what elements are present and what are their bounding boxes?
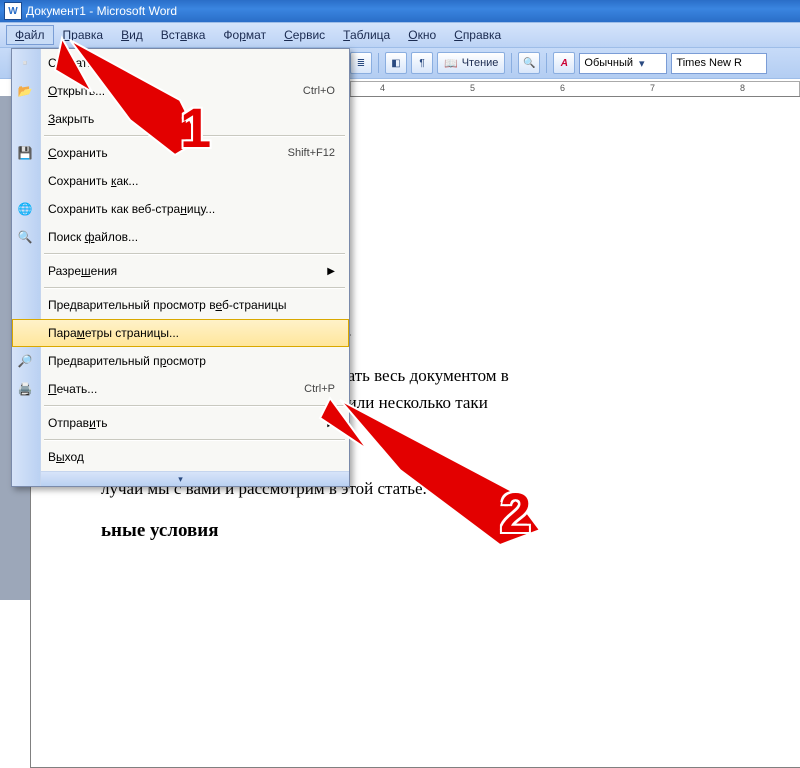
titlebar: W Документ1 - Microsoft Word xyxy=(0,0,800,22)
style-combo[interactable]: Обычный ▾ xyxy=(579,53,667,74)
menu-separator xyxy=(44,287,345,289)
menu-сервис[interactable]: Сервис xyxy=(275,25,334,45)
menu-справка[interactable]: Справка xyxy=(445,25,510,45)
menu-окно[interactable]: Окно xyxy=(399,25,445,45)
menu-item[interactable]: Выход xyxy=(12,443,349,471)
menu-item-label: Сохранить как... xyxy=(48,174,138,188)
columns-icon[interactable]: ≣ xyxy=(350,52,372,74)
read-mode-button[interactable]: 📖 Чтение xyxy=(437,52,505,74)
menu-item-label: Сохранить как веб-страницу... xyxy=(48,202,215,216)
menu-item-label: Сохранить xyxy=(48,146,108,160)
menu-item[interactable]: Закрыть xyxy=(12,105,349,133)
menu-item-label: Разрешения xyxy=(48,264,117,278)
menu-item[interactable]: Отправить ▶ xyxy=(12,409,349,437)
menu-формат[interactable]: Формат xyxy=(214,25,275,45)
menu-таблица[interactable]: Таблица xyxy=(334,25,399,45)
file-menu-dropdown: ▫️ Создать... 📂 Открыть... Ctrl+O Закрыть 💾 Сох… xyxy=(11,48,350,487)
saveweb-icon: 🌐 xyxy=(16,200,34,218)
menubar: ФайлПравкаВидВставкаФорматСервисТаблицаО… xyxy=(0,22,800,48)
chevron-down-icon: ▾ xyxy=(639,57,645,70)
toolbar-separator xyxy=(546,53,547,73)
menu-item-label: Открыть... xyxy=(48,84,105,98)
style-format-icon[interactable]: A xyxy=(553,52,575,74)
save-icon: 💾 xyxy=(16,144,34,162)
app-icon: W xyxy=(4,2,22,20)
menu-item-label: Параметры страницы... xyxy=(48,326,179,340)
menu-separator xyxy=(44,135,345,137)
menu-shortcut: Ctrl+P xyxy=(304,383,335,395)
menu-item[interactable]: Сохранить как... xyxy=(12,167,349,195)
menu-item[interactable]: ▫️ Создать... xyxy=(12,49,349,77)
menu-separator xyxy=(44,253,345,255)
menu-правка[interactable]: Правка xyxy=(54,25,113,45)
menu-item-label: Создать... xyxy=(48,56,104,70)
menu-item[interactable]: Разрешения ▶ xyxy=(12,257,349,285)
open-icon: 📂 xyxy=(16,82,34,100)
search-icon: 🔍 xyxy=(16,228,34,246)
menu-item-label: Печать... xyxy=(48,382,97,396)
menu-item[interactable]: Параметры страницы... xyxy=(12,319,349,347)
menu-вид[interactable]: Вид xyxy=(112,25,152,45)
doc-map-icon[interactable]: ◧ xyxy=(385,52,407,74)
show-marks-icon[interactable]: ¶ xyxy=(411,52,433,74)
chevron-right-icon: ▶ xyxy=(327,418,335,429)
chevron-right-icon: ▶ xyxy=(327,266,335,277)
body-heading: ьные условия xyxy=(101,520,800,542)
menu-item[interactable]: 📂 Открыть... Ctrl+O xyxy=(12,77,349,105)
menu-shortcut: Shift+F12 xyxy=(288,147,335,159)
toolbar-separator xyxy=(511,53,512,73)
menu-файл[interactable]: Файл xyxy=(6,25,54,45)
menu-separator xyxy=(44,439,345,441)
menu-item[interactable]: 🖨️ Печать... Ctrl+P xyxy=(12,375,349,403)
font-combo[interactable]: Times New R xyxy=(671,53,767,74)
menu-separator xyxy=(44,405,345,407)
print-icon: 🖨️ xyxy=(16,380,34,398)
menu-item[interactable]: 🔍 Поиск файлов... xyxy=(12,223,349,251)
window-title: Документ1 - Microsoft Word xyxy=(26,4,177,18)
menu-item-label: Отправить xyxy=(48,416,108,430)
menu-item-label: Предварительный просмотр xyxy=(48,354,206,368)
menu-expand-chevron[interactable]: ▾ xyxy=(12,471,349,486)
menu-вставка[interactable]: Вставка xyxy=(152,25,215,45)
menu-item[interactable]: 🌐 Сохранить как веб-страницу... xyxy=(12,195,349,223)
menu-item-label: Закрыть xyxy=(48,112,94,126)
zoom-icon[interactable]: 🔍 xyxy=(518,52,540,74)
menu-item-label: Поиск файлов... xyxy=(48,230,138,244)
doc-icon: ▫️ xyxy=(16,54,34,72)
menu-item[interactable]: 💾 Сохранить Shift+F12 xyxy=(12,139,349,167)
preview-icon: 🔎 xyxy=(16,352,34,370)
menu-item-label: Выход xyxy=(48,450,84,464)
menu-shortcut: Ctrl+O xyxy=(303,85,335,97)
menu-item[interactable]: Предварительный просмотр веб-страницы xyxy=(12,291,349,319)
menu-item-label: Предварительный просмотр веб-страницы xyxy=(48,298,287,312)
book-icon: 📖 xyxy=(444,57,458,70)
toolbar-separator xyxy=(378,53,379,73)
menu-item[interactable]: 🔎 Предварительный просмотр xyxy=(12,347,349,375)
